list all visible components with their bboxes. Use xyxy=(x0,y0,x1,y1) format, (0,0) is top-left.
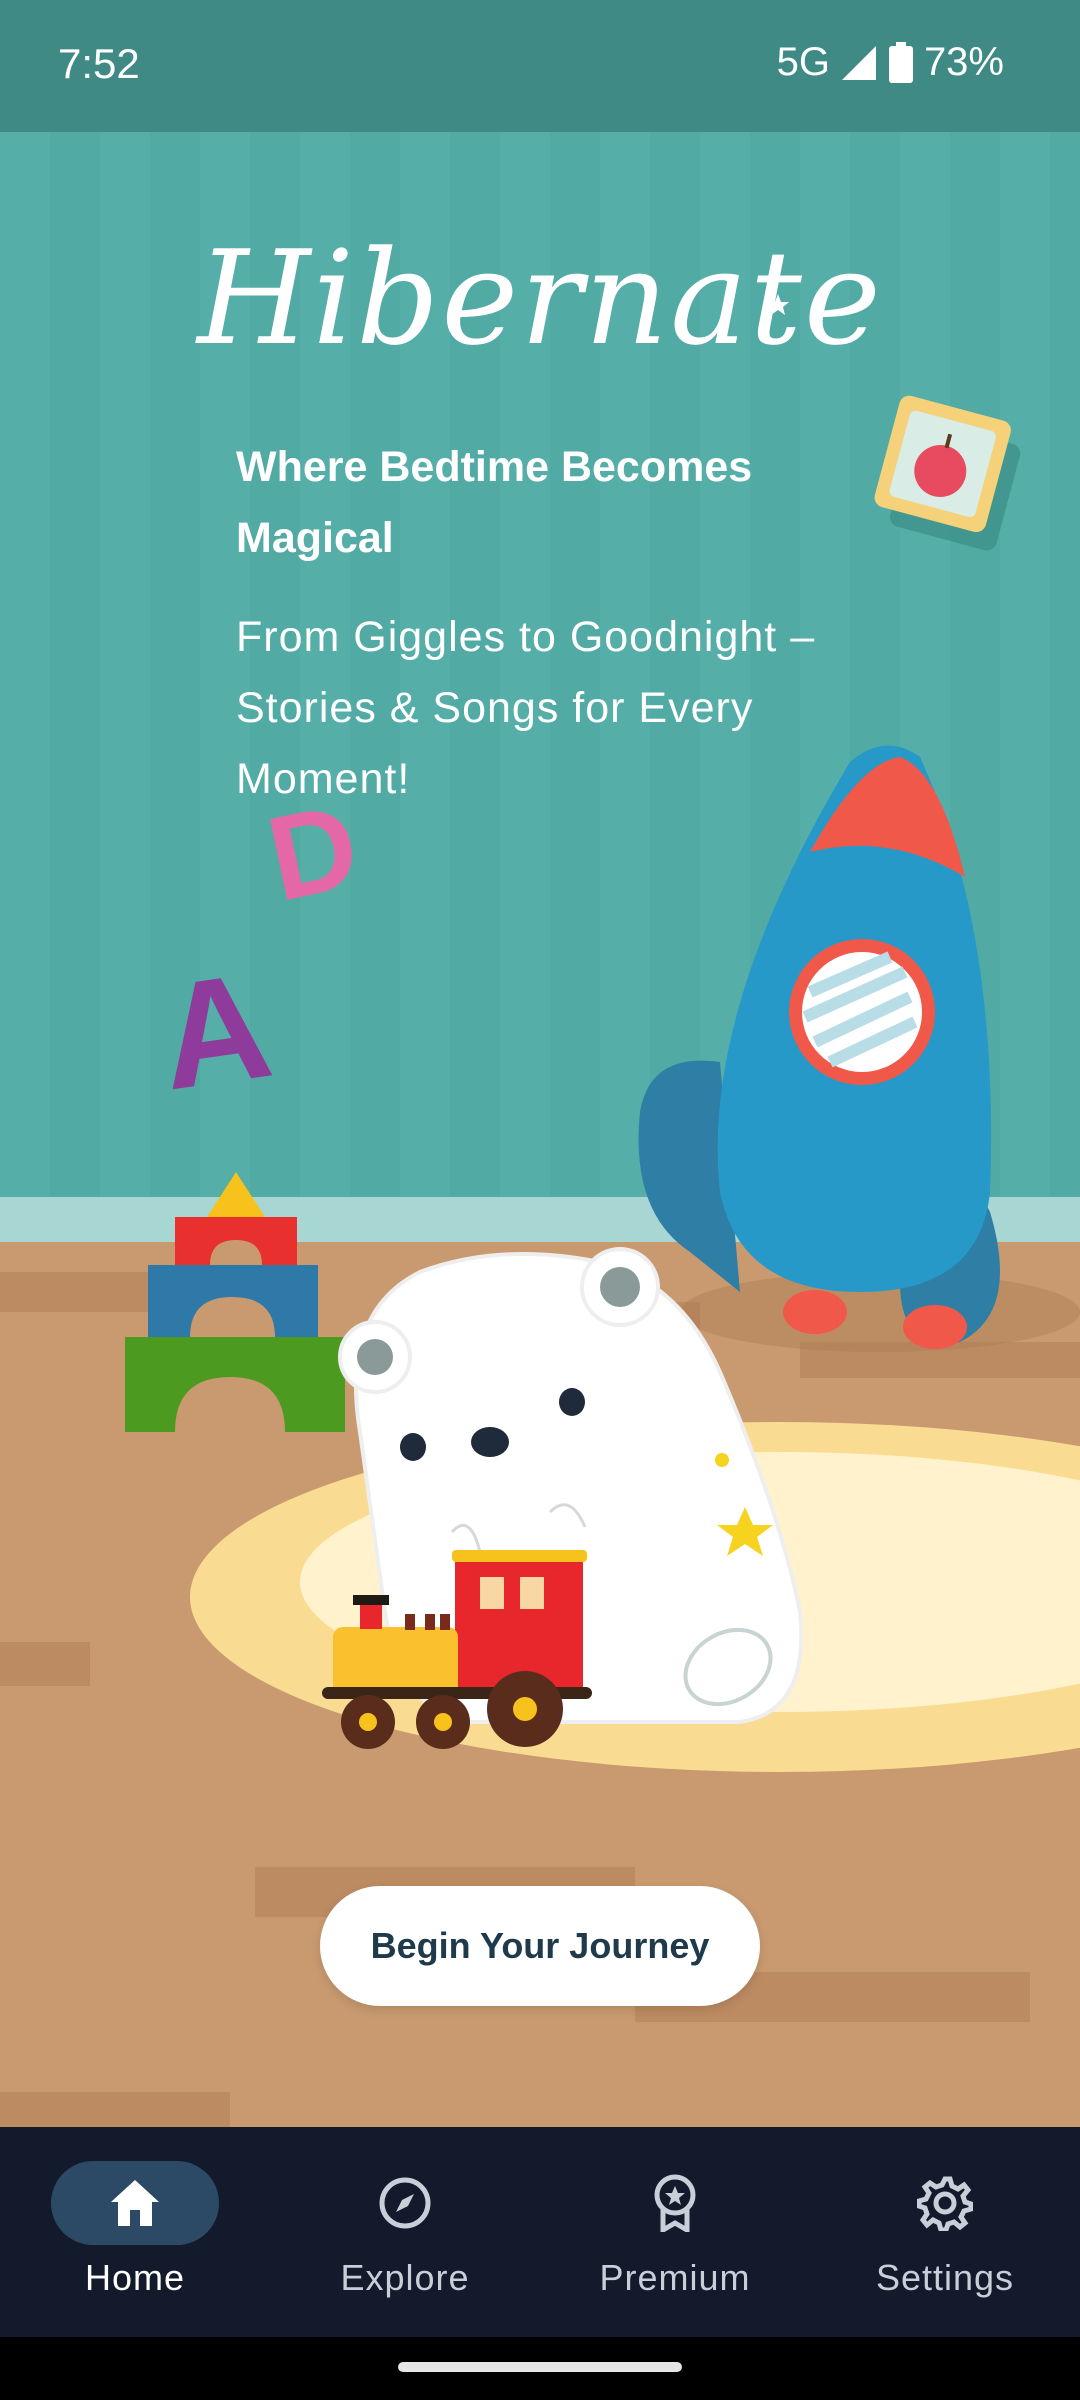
building-blocks xyxy=(125,1172,345,1432)
award-icon xyxy=(654,2174,696,2232)
battery-icon xyxy=(888,41,913,83)
compass-icon xyxy=(379,2177,431,2229)
gear-icon xyxy=(917,2176,973,2231)
nav-label-home: Home xyxy=(84,2257,186,2298)
battery-percent: 73% xyxy=(923,40,1004,84)
nav-active-indicator xyxy=(51,2161,219,2245)
apple-frame xyxy=(874,395,1021,551)
status-indicators: 5G 73% xyxy=(777,40,1004,85)
sparkle-star-icon xyxy=(767,294,789,315)
illustration: D A xyxy=(125,294,1080,1772)
status-time: 7:52 xyxy=(58,40,140,87)
nav-item-explore[interactable]: Explore xyxy=(270,2127,540,2337)
begin-journey-button[interactable]: Begin Your Journey xyxy=(320,1886,760,2006)
home-icon xyxy=(111,2180,159,2226)
screen: 7:52 5G 73% Hibernate Where Bedtime Beco… xyxy=(0,0,1080,2400)
letter-a-toy: A xyxy=(150,940,281,1121)
nav-item-premium[interactable]: Premium xyxy=(540,2127,810,2337)
nav-item-settings[interactable]: Settings xyxy=(810,2127,1080,2337)
network-label: 5G xyxy=(776,40,830,84)
nav-icon-wrap xyxy=(861,2161,1029,2245)
gesture-handle[interactable] xyxy=(398,2362,682,2372)
nav-label-settings: Settings xyxy=(875,2257,1015,2298)
nav-item-home[interactable]: Home xyxy=(0,2127,270,2337)
nav-label-premium: Premium xyxy=(599,2257,751,2298)
letter-d-toy: D xyxy=(257,778,370,927)
nav-icon-wrap xyxy=(321,2161,489,2245)
status-bar: 7:52 5G 73% xyxy=(0,0,1080,132)
signal-icon xyxy=(841,45,876,80)
hero-scene: Hibernate Where Bedtime Becomes Magical … xyxy=(0,132,1080,2127)
nav-label-explore: Explore xyxy=(340,2257,470,2298)
rocket-toy xyxy=(638,745,1080,1352)
bottom-nav: Home Explore Premium Settings xyxy=(0,2127,1080,2337)
nav-icon-wrap xyxy=(591,2161,759,2245)
